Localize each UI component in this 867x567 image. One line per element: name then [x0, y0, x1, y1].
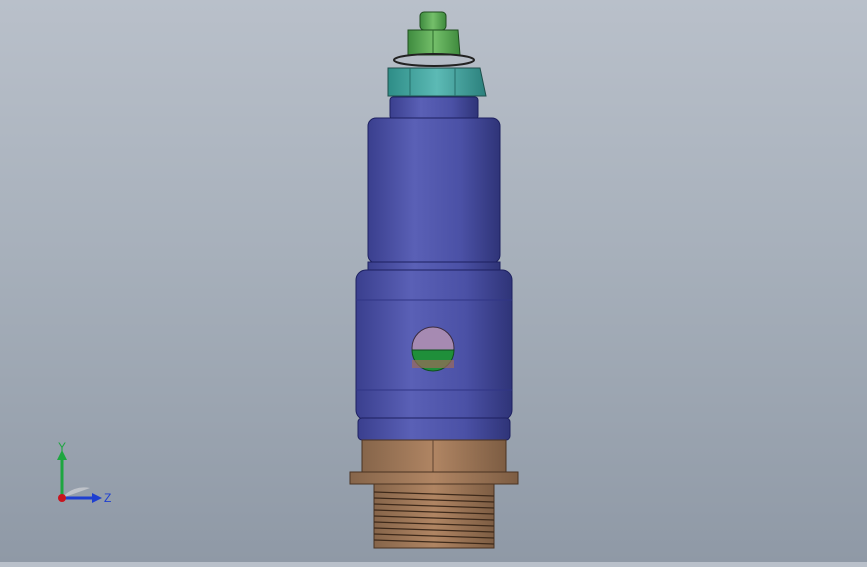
z-axis-label: Z	[104, 491, 111, 505]
x-axis-dot	[58, 494, 66, 502]
valve-model[interactable]	[0, 0, 867, 562]
teal-hex-nut[interactable]	[387, 67, 487, 97]
upper-body[interactable]	[367, 96, 501, 273]
axis-triad: Y Z	[50, 440, 120, 510]
3d-viewport[interactable]	[0, 0, 867, 562]
brass-hex[interactable]	[349, 439, 519, 485]
y-axis-label: Y	[58, 440, 66, 454]
threaded-fitting[interactable]	[373, 483, 495, 549]
z-axis-head	[92, 493, 102, 503]
top-cap-nut[interactable]	[393, 11, 475, 67]
triad-plane	[62, 487, 90, 498]
side-port[interactable]	[411, 326, 455, 372]
